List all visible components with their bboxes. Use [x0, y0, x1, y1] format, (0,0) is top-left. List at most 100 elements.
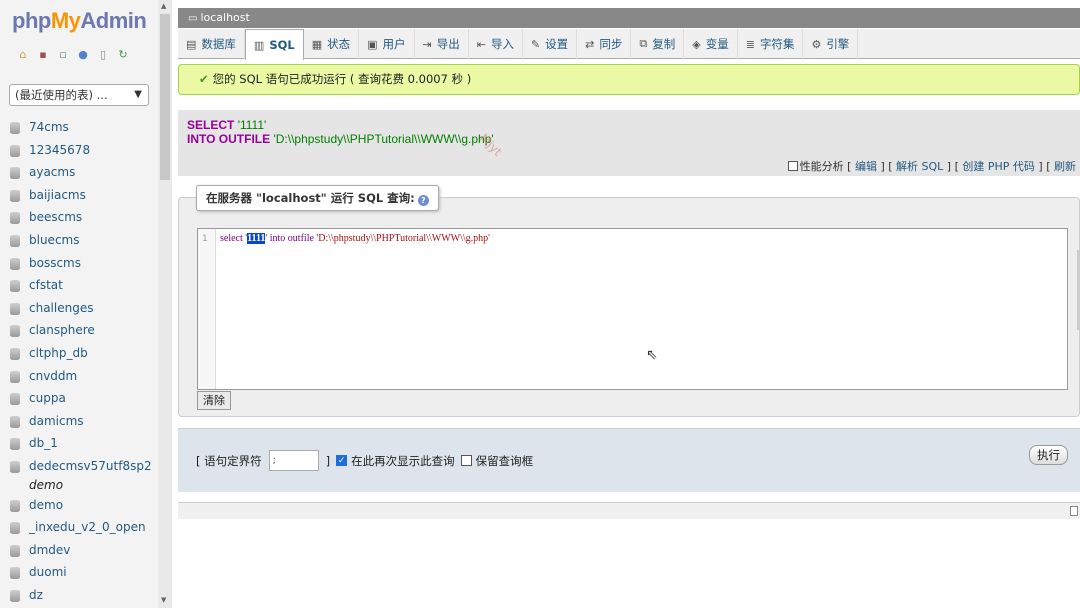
database-list: 74cms 12345678 ayacms baijiacms beescms bluec… — [0, 116, 158, 606]
database-item[interactable]: baijiacms — [0, 184, 158, 207]
delimiter-label: [ 语句定界符 — [196, 453, 262, 468]
database-icon — [10, 544, 20, 557]
database-name: ayacms — [29, 165, 76, 180]
scroll-down-icon[interactable]: ▼ — [161, 596, 166, 604]
code-selection: 1111 — [247, 233, 266, 244]
database-item[interactable]: _inxedu_v2_0_open — [0, 516, 158, 539]
phpmyadmin-window: phpMyAdmin ⌂ ▪ ▫ ● ▯ ↻ (最近使用的表) ... ▼ 74… — [0, 0, 1080, 608]
database-item[interactable]: db_1 — [0, 432, 158, 455]
database-item[interactable]: cnvddm — [0, 365, 158, 388]
database-subitem[interactable]: demo — [0, 478, 158, 494]
database-item[interactable]: bluecms — [0, 229, 158, 252]
database-item[interactable]: dmdev — [0, 539, 158, 562]
editor-code-line[interactable]: select '1111' into outfile 'D:\\phpstudy… — [220, 233, 490, 244]
database-name: demo — [29, 497, 64, 512]
database-item[interactable]: beescms — [0, 206, 158, 229]
database-item[interactable]: damicms — [0, 410, 158, 433]
tab-import[interactable]: ⇤ 导入 — [469, 29, 523, 59]
show-again-checkbox[interactable]: ✓ — [336, 455, 348, 466]
database-name: challenges — [29, 300, 94, 315]
navigation-panel: phpMyAdmin ⌂ ▪ ▫ ● ▯ ↻ (最近使用的表) ... ▼ 74… — [0, 0, 158, 608]
tab-label: 用户 — [382, 37, 406, 51]
tab-variables[interactable]: ◈ 变量 — [684, 29, 738, 59]
tab-icon: ⇄ — [585, 37, 595, 51]
tab-icon: ▦ — [311, 37, 323, 51]
nav-scrollbar[interactable]: ▲ ▼ — [158, 0, 172, 608]
reload-icon[interactable]: ↻ — [116, 48, 130, 62]
database-item[interactable]: challenges — [0, 297, 158, 320]
tab-copy[interactable]: ⧉ 复制 — [631, 29, 685, 59]
create-php-link[interactable]: 创建 PHP 代码 — [962, 160, 1035, 173]
tab-settings[interactable]: ✎ 设置 — [523, 29, 578, 59]
database-name: 74cms — [29, 120, 69, 134]
tab-databases[interactable]: ▤ 数据库 — [178, 29, 245, 59]
sql-editor[interactable]: 1 select '1111' into outfile 'D:\\phpstu… — [197, 228, 1068, 390]
database-item[interactable]: ayacms — [0, 161, 158, 184]
database-name: duomi — [29, 565, 67, 580]
tab-label: 同步 — [599, 37, 623, 51]
database-name: damicms — [29, 413, 84, 428]
tab-engines[interactable]: ⚙ 引擎 — [803, 29, 859, 59]
scroll-up-icon[interactable]: ▲ — [161, 2, 166, 10]
tab-icon: ⧉ — [639, 37, 648, 50]
server-breadcrumb[interactable]: ▭ localhost — [178, 8, 1080, 28]
refresh-link[interactable]: 刷新 — [1054, 160, 1076, 173]
tab-users[interactable]: ▣ 用户 — [359, 29, 415, 59]
delimiter-input[interactable]: ; — [268, 450, 319, 471]
docs-icon[interactable]: ● — [76, 48, 90, 62]
database-item[interactable]: bosscms — [0, 252, 158, 275]
sql-docs-icon[interactable]: ▯ — [96, 48, 110, 62]
server-name: localhost — [200, 11, 250, 24]
database-icon — [10, 438, 20, 451]
parse-sql-link[interactable]: 解析 SQL — [896, 160, 943, 173]
scrollbar-thumb[interactable] — [160, 14, 170, 180]
tab-status[interactable]: ▦ 状态 — [304, 29, 360, 59]
database-item[interactable]: cfstat — [0, 274, 158, 297]
phpmyadmin-logo[interactable]: phpMyAdmin — [12, 8, 147, 34]
tab-label: 数据库 — [201, 37, 236, 51]
server-icon: ▭ — [188, 13, 198, 24]
checkmark-icon: ✔ — [199, 72, 209, 86]
mouse-cursor-icon: ⇖ — [646, 347, 658, 363]
sql-keyword-select: SELECT — [187, 118, 235, 132]
database-icon — [10, 189, 20, 202]
tab-icon: ▤ — [186, 37, 197, 51]
watermark-text: Mjyt — [476, 131, 505, 159]
help-icon[interactable]: ? — [417, 195, 429, 206]
keep-box-label: 保留查询框 — [475, 453, 534, 468]
logout-icon[interactable]: ▪ — [36, 48, 50, 62]
tab-sql[interactable]: ▥ SQL — [244, 29, 304, 60]
database-item[interactable]: clansphere — [0, 319, 158, 342]
logo-admin: Admin — [80, 8, 147, 33]
database-item[interactable]: 12345678 — [0, 139, 158, 162]
database-item[interactable]: dedecmsv57utf8sp2 — [0, 455, 158, 478]
database-item[interactable]: demo — [0, 494, 158, 517]
database-item[interactable]: dz — [0, 584, 158, 607]
tab-label: 导出 — [436, 37, 460, 51]
line-number: 1 — [202, 234, 208, 244]
tab-replication[interactable]: ⇄ 同步 — [577, 29, 632, 59]
recent-tables-select[interactable]: (最近使用的表) ... ▼ — [9, 84, 149, 106]
editor-gutter: 1 — [198, 229, 216, 389]
database-item[interactable]: cltphp_db — [0, 342, 158, 365]
database-item[interactable]: 74cms — [0, 116, 158, 139]
show-again-label: 在此再次显示此查询 — [351, 453, 455, 468]
keep-box-checkbox[interactable] — [460, 455, 472, 466]
console-toggle-icon[interactable] — [1070, 506, 1078, 516]
query-window-icon[interactable]: ▫ — [56, 48, 70, 62]
profiling-checkbox[interactable] — [787, 161, 798, 171]
go-button[interactable]: 执行 — [1029, 445, 1068, 465]
top-menu: ▤ 数据库 ▥ SQL ▦ 状态 ▣ 用户 ⇥ 导出 ⇤ 导入 ✎ 设置 ⇄ 同步 ⧉ 复制 ◈ 变量 ≣ 字符集 ⚙ 引擎 — [178, 29, 1080, 60]
database-name: dmdev — [29, 542, 71, 557]
tab-icon: ⇤ — [476, 37, 486, 51]
edit-link[interactable]: 编辑 — [855, 160, 877, 173]
database-icon — [10, 567, 20, 580]
tab-export[interactable]: ⇥ 导出 — [415, 29, 469, 59]
database-icon — [10, 234, 20, 247]
clear-button[interactable]: 清除 — [197, 391, 231, 410]
database-item[interactable]: cuppa — [0, 387, 158, 410]
database-icon — [10, 499, 20, 512]
database-item[interactable]: duomi — [0, 561, 158, 584]
home-icon[interactable]: ⌂ — [16, 48, 30, 62]
tab-charsets[interactable]: ≣ 字符集 — [738, 29, 804, 59]
